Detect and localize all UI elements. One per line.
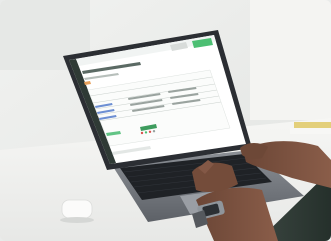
wall-highlight: [250, 0, 331, 120]
book-white: [290, 128, 331, 134]
book-yellow: [294, 122, 331, 128]
photo-scene: [0, 0, 331, 241]
earbuds-case: [61, 199, 93, 219]
earbuds-shadow: [60, 217, 94, 223]
photo: [0, 0, 331, 241]
